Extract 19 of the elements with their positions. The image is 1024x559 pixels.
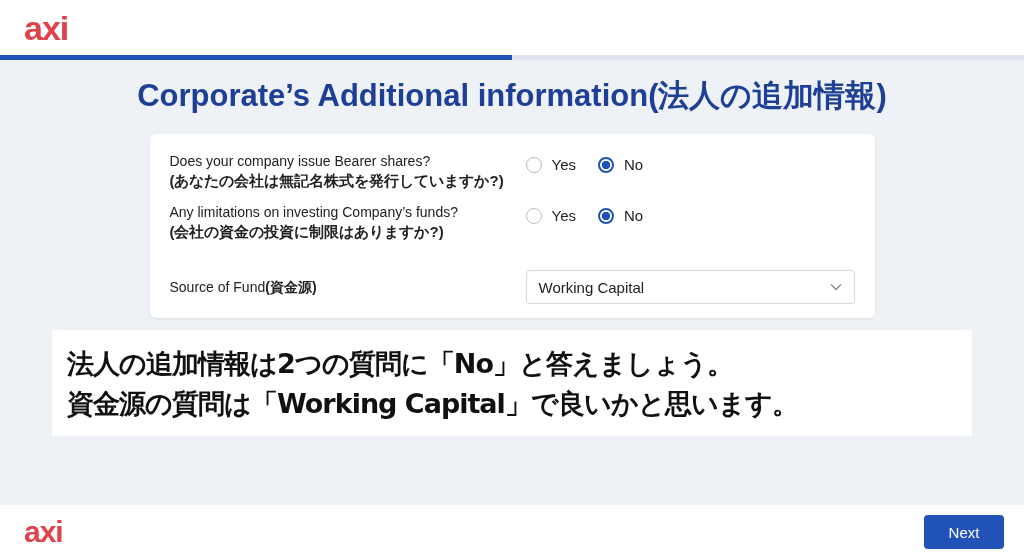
question-label: (会社の資金の投資に制限はありますか?): [169, 222, 445, 242]
option-label[interactable]: No: [624, 207, 644, 224]
question-label: Any limitations on investing Company’s funds?: [169, 203, 459, 221]
dropdown-field[interactable]: Working Capital: [525, 270, 855, 304]
next-button[interactable]: Next: [924, 515, 1004, 549]
radio-button[interactable]: [598, 207, 614, 224]
caption-text: 資金源の質問は「Working Capital」で良いかと思います。: [67, 387, 799, 421]
question-label: Does your company issue Bearer shares?: [169, 152, 432, 170]
caption-text: 法人の追加情報は2つの質問に「No」と答えましょう。: [67, 347, 734, 381]
chevron-down-icon: [829, 283, 842, 291]
option-label[interactable]: Yes: [551, 207, 576, 224]
option-label[interactable]: Yes: [551, 156, 576, 173]
question-label: Source of Fund(資金源): [169, 278, 318, 296]
question-label: (あなたの会社は無記名株式を発行していますか?): [169, 171, 505, 191]
radio-button[interactable]: [598, 156, 614, 173]
option-label[interactable]: No: [624, 156, 644, 173]
logo: axi: [24, 517, 63, 547]
logo: axi: [24, 10, 69, 45]
page-title: Corporate’s Additional information(法人の追加情報): [137, 78, 887, 114]
